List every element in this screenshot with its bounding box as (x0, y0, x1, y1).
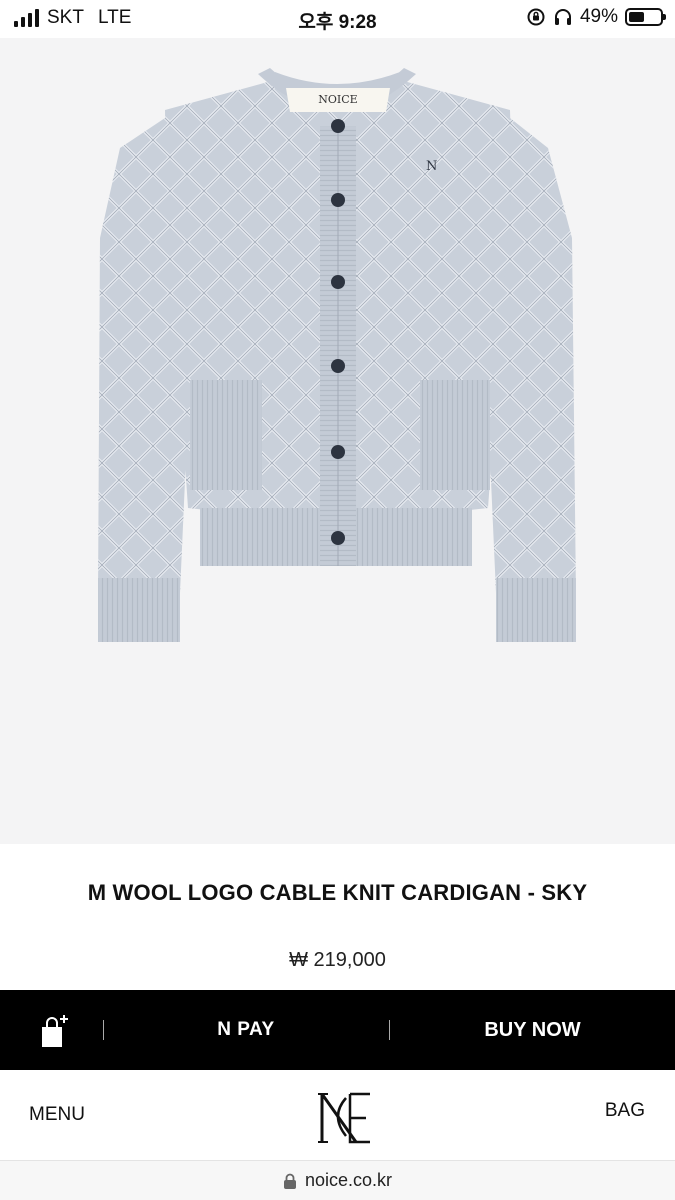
garment-neck-label: NOICE (318, 93, 358, 106)
url-text: noice.co.kr (304, 1170, 393, 1190)
headphones-icon (554, 9, 571, 25)
battery-percent: 49% (579, 6, 618, 27)
battery-icon (625, 8, 666, 26)
product-title: M WOOL LOGO CABLE KNIT CARDIGAN - SKY (87, 880, 588, 905)
product-price: ₩ 219,000 (289, 949, 386, 971)
lock-icon (283, 1173, 296, 1189)
noice-logo[interactable] (316, 1086, 376, 1146)
orientation-lock-icon (527, 8, 545, 26)
status-right: 49% (526, 6, 666, 28)
purchase-action-bar: N PAY BUY NOW (0, 990, 675, 1070)
shopping-bag-plus-icon (42, 1015, 68, 1047)
product-image[interactable]: N NOICE (0, 38, 675, 844)
cardigan-illustration: N (98, 68, 576, 642)
bottom-navigation: MENU BAG (0, 1070, 675, 1160)
buy-now-button[interactable]: BUY NOW (390, 990, 675, 1070)
add-to-cart-button[interactable] (30, 1008, 80, 1054)
menu-button[interactable]: MENU (29, 1104, 85, 1126)
svg-text:N: N (426, 159, 437, 174)
browser-url-bar[interactable]: noice.co.kr (0, 1160, 675, 1200)
npay-button[interactable]: N PAY (104, 990, 388, 1070)
bag-button[interactable]: BAG (605, 1100, 645, 1122)
status-bar: SKT LTE 오후 9:28 49% (0, 0, 675, 38)
